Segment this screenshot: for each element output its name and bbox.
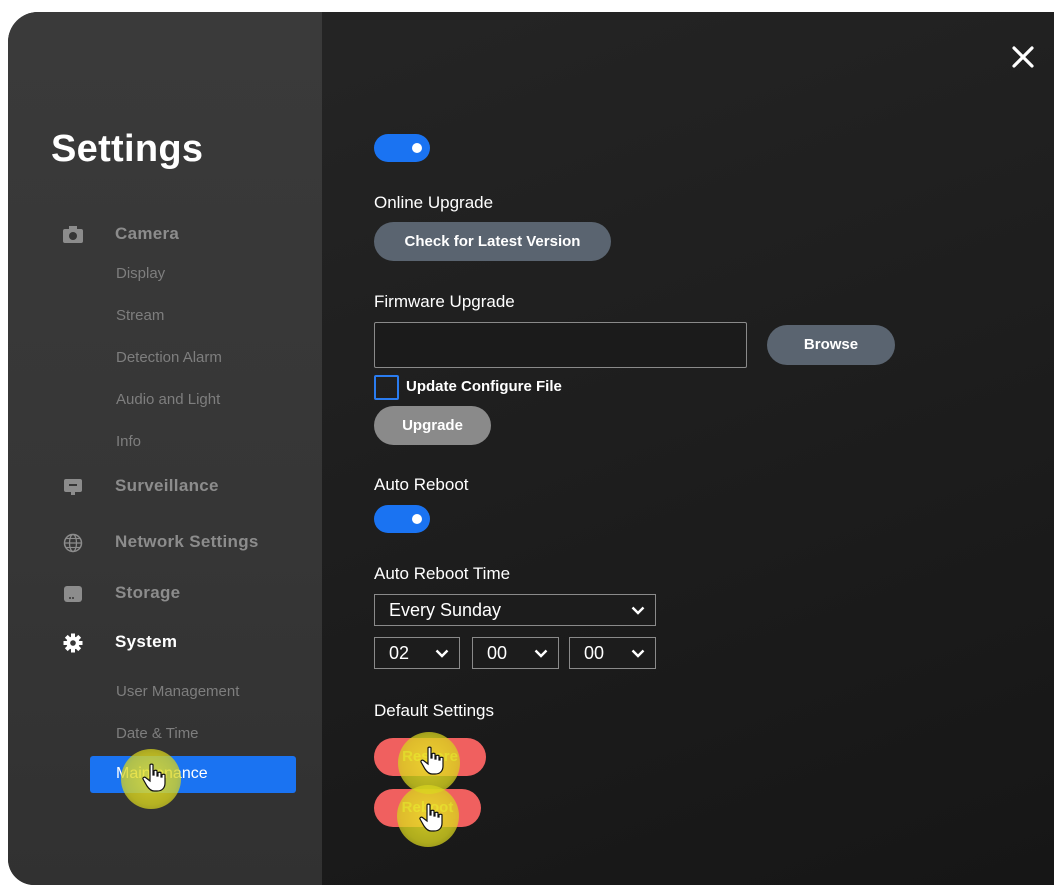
reboot-second-value: 00 [584,643,605,663]
firmware-file-input[interactable] [374,322,747,368]
storage-icon [64,586,82,602]
firmware-upgrade-label: Firmware Upgrade [374,292,515,311]
sidebar-item-label: Storage [115,583,181,602]
sidebar-subitem-display[interactable]: Display [116,265,165,282]
sidebar-item-label: Network Settings [115,532,259,551]
sidebar-subitem-user-management[interactable]: User Management [116,683,239,700]
hand-cursor-icon [142,763,166,792]
hand-cursor-icon [419,803,443,832]
auto-reboot-time-label: Auto Reboot Time [374,564,511,583]
camera-icon [63,226,83,243]
reboot-minute-select[interactable]: 00 [472,637,559,669]
globe-icon [63,533,83,553]
auto-reboot-label: Auto Reboot [374,475,469,494]
update-configure-file-label: Update Configure File [406,378,562,395]
reboot-day-select[interactable]: Every Sunday [374,594,656,626]
update-configure-file-checkbox[interactable] [374,375,399,400]
monitor-icon [64,479,82,495]
sidebar-subitem-date-time[interactable]: Date & Time [116,725,199,742]
chevron-down-icon [435,649,449,658]
browse-button[interactable]: Browse [767,325,895,365]
sidebar-subitem-audio-and-light[interactable]: Audio and Light [116,391,220,408]
sidebar-item-label: System [115,632,178,651]
page-title: Settings [51,128,204,170]
sidebar-subitem-stream[interactable]: Stream [116,307,164,324]
reboot-hour-value: 02 [389,643,410,663]
chevron-down-icon [631,606,645,615]
online-upgrade-label: Online Upgrade [374,193,494,212]
chevron-down-icon [631,649,645,658]
sidebar-subitem-detection-alarm[interactable]: Detection Alarm [116,349,222,366]
sidebar-item-system[interactable]: System [8,628,322,658]
default-settings-label: Default Settings [374,701,495,720]
reboot-day-value: Every Sunday [389,600,502,620]
sidebar-item-network-settings[interactable]: Network Settings [8,528,322,558]
top-toggle[interactable] [374,134,430,162]
upgrade-button[interactable]: Upgrade [374,406,491,445]
auto-reboot-toggle[interactable] [374,505,430,533]
close-icon[interactable] [1010,44,1036,70]
chevron-down-icon [534,649,548,658]
sidebar-item-label: Surveillance [115,476,219,495]
sidebar-item-storage[interactable]: Storage [8,579,322,609]
sidebar-subitem-info[interactable]: Info [116,433,141,450]
check-latest-version-button[interactable]: Check for Latest Version [374,222,611,261]
sidebar-item-label: Camera [115,224,180,243]
hand-cursor-icon [420,746,444,775]
settings-dialog: Settings Camera Display Stream Detection… [8,12,1054,885]
sidebar-item-camera[interactable]: Camera [8,220,322,250]
reboot-minute-value: 00 [487,643,508,663]
gear-icon [63,633,83,653]
sidebar-item-surveillance[interactable]: Surveillance [8,472,322,502]
reboot-hour-select[interactable]: 02 [374,637,460,669]
reboot-second-select[interactable]: 00 [569,637,656,669]
